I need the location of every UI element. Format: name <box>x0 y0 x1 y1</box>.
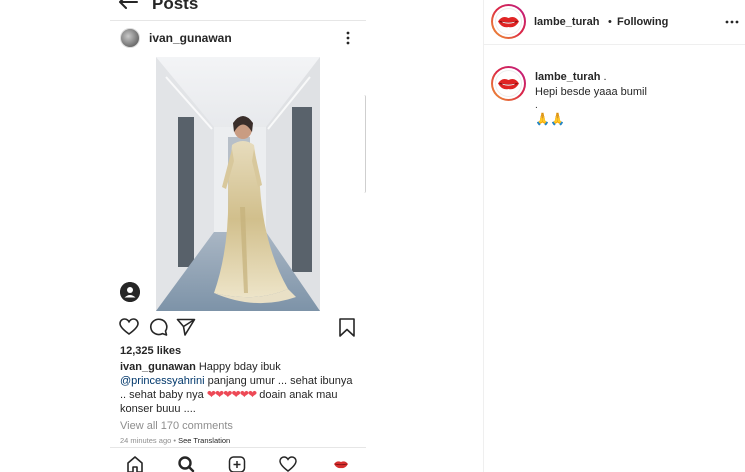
profile-lips-icon[interactable] <box>332 456 350 472</box>
lips-icon <box>498 17 519 28</box>
view-comments-link[interactable]: View all 170 comments <box>120 420 233 432</box>
following-button[interactable]: Following <box>617 16 668 28</box>
header-separator: • <box>608 16 612 28</box>
divider <box>110 20 366 21</box>
plus-square-icon[interactable] <box>228 456 246 472</box>
screenshot-margin-right <box>366 0 483 472</box>
page-title: Posts <box>152 0 199 13</box>
vertical-dots-icon[interactable] <box>345 30 351 46</box>
comment-text-dot: . <box>535 100 538 111</box>
heart-icon[interactable] <box>119 318 139 336</box>
scrollbar-hint <box>362 95 366 193</box>
lips-avatar <box>495 8 522 35</box>
post-topbar <box>110 0 366 18</box>
lips-icon <box>498 79 519 90</box>
panel-header: lambe_turah • Following <box>484 0 745 44</box>
like-count: 12,325 likes <box>120 345 182 357</box>
comment-username-suffix: . <box>603 71 607 83</box>
screenshot-margin-left <box>0 0 110 472</box>
avatar[interactable] <box>120 28 140 48</box>
home-icon[interactable] <box>126 456 144 472</box>
comment-emoji: 🙏🙏 <box>535 112 565 126</box>
comment-username-text[interactable]: lambe_turah <box>535 71 600 83</box>
see-translation-link[interactable]: See Translation <box>178 436 230 445</box>
avatar[interactable] <box>491 4 526 39</box>
search-icon[interactable] <box>177 456 195 472</box>
arrow-left-icon[interactable] <box>118 0 138 10</box>
bookmark-icon[interactable] <box>338 318 356 337</box>
post-caption: ivan_gunawan Happy bday ibuk @princessya… <box>120 360 360 416</box>
post-photo[interactable] <box>156 57 320 311</box>
caption-username[interactable]: ivan_gunawan <box>120 361 196 373</box>
caption-text-1: Happy bday ibuk <box>198 361 281 373</box>
photo-illustration <box>156 57 320 311</box>
person-tag-icon[interactable] <box>120 282 140 302</box>
time-ago: 24 minutes ago <box>120 436 172 445</box>
comment-text: Hepi besde yaaa bumil <box>535 86 647 98</box>
header-username[interactable]: lambe_turah <box>534 16 599 28</box>
paper-plane-icon[interactable] <box>176 318 196 336</box>
divider <box>110 447 366 448</box>
comments-panel: lambe_turah • Following lambe_turah . He… <box>484 0 745 472</box>
caption-mention[interactable]: @princessyahrini <box>120 375 205 387</box>
caption-hearts: ❤❤❤❤❤❤ <box>206 389 257 401</box>
comment-username[interactable]: lambe_turah . <box>535 71 607 83</box>
post-timestamp: 24 minutes ago • See Translation <box>120 436 231 445</box>
divider <box>484 44 745 45</box>
post-username[interactable]: ivan_gunawan <box>149 31 232 45</box>
post-screenshot: Posts ivan_gunawan 12,325 likes ivan_gun… <box>0 0 483 472</box>
comment-avatar[interactable] <box>491 66 526 101</box>
lips-avatar <box>495 70 522 97</box>
horizontal-dots-icon[interactable] <box>724 14 740 30</box>
heart-icon[interactable] <box>279 456 297 472</box>
comment-bubble-icon[interactable] <box>148 318 168 336</box>
